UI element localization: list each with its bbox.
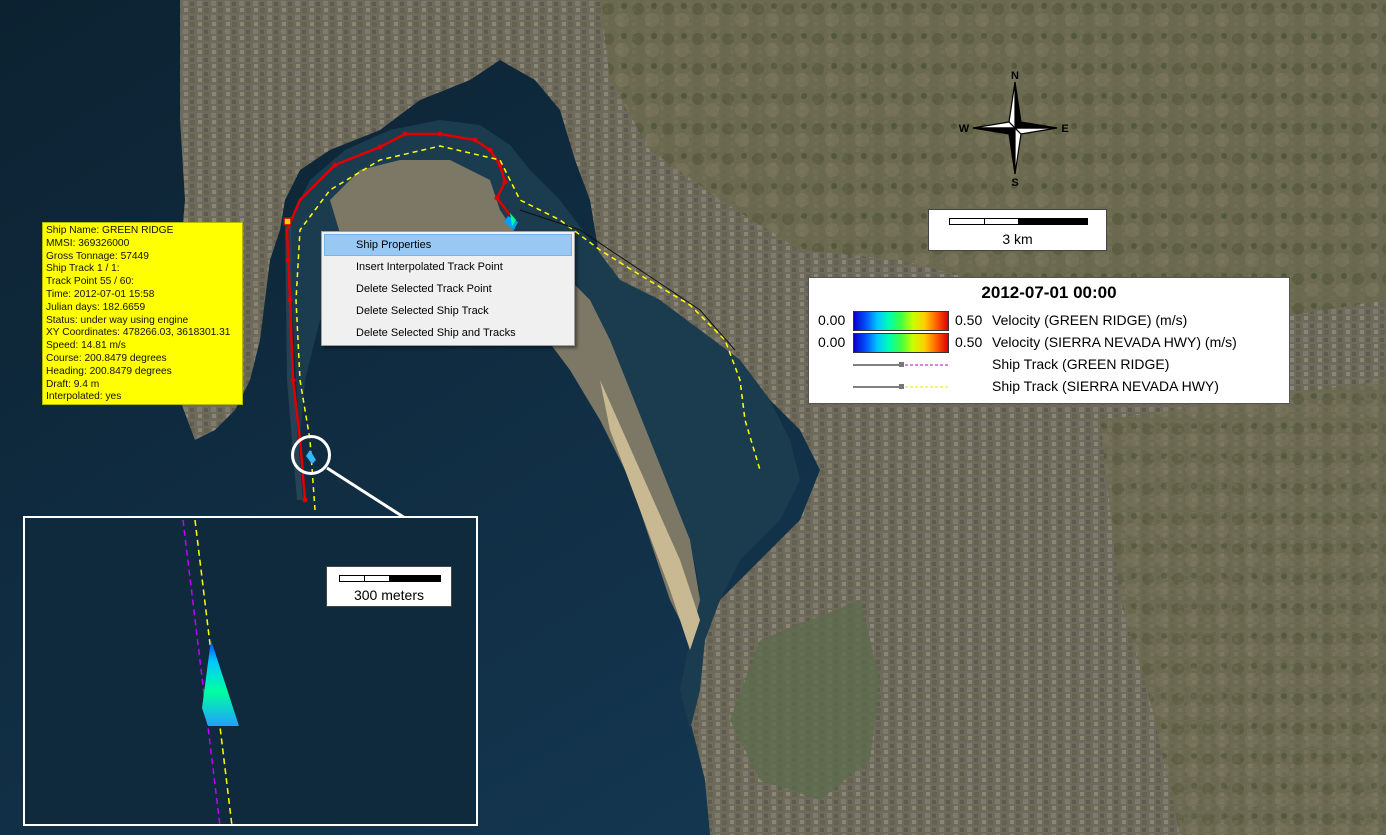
legend-velocity-sierra-nevada: 0.00 0.50 Velocity (SIERRA NEVADA HWY) (m/…	[809, 333, 1289, 353]
compass-s: S	[1011, 177, 1018, 188]
legend: 2012-07-01 00:00 0.00 0.50 Velocity (GREEN…	[808, 277, 1290, 404]
scale-bar-inset-label: 300 meters	[353, 587, 425, 603]
legend-label: Ship Track (GREEN RIDGE)	[992, 356, 1170, 372]
menu-item-ship-properties[interactable]: Ship Properties	[324, 234, 572, 256]
menu-item-delete-selected-ship-track[interactable]: Delete Selected Ship Track	[324, 300, 572, 322]
scale-bar-inset: 300 meters	[326, 566, 452, 607]
selected-track-point	[283, 217, 292, 226]
scale-bar-main-label: 3 km	[1002, 231, 1033, 247]
inset-ship-shape	[202, 640, 239, 726]
legend-min-value: 0.00	[818, 334, 846, 350]
legend-label: Ship Track (SIERRA NEVADA HWY)	[992, 378, 1219, 394]
legend-color-ramp	[853, 333, 949, 353]
legend-track-swatch	[853, 362, 949, 367]
ship-info-line: Speed: 14.81 m/s	[46, 340, 126, 352]
legend-track-swatch	[853, 384, 949, 389]
legend-color-ramp	[853, 311, 949, 331]
ship-info-line: Draft: 9.4 m	[46, 378, 100, 390]
ship-info-line: Julian days: 182.6659	[46, 301, 146, 313]
ship-info-line: Heading: 200.8479 degrees	[46, 365, 172, 377]
compass-w: W	[959, 123, 970, 135]
ship-info-line: Time: 2012-07-01 15:58	[46, 288, 155, 300]
legend-track-sierra-nevada: Ship Track (SIERRA NEVADA HWY)	[809, 377, 1289, 397]
legend-title: 2012-07-01 00:00	[981, 283, 1117, 302]
ship-info-line: Ship Name: GREEN RIDGE	[46, 225, 174, 236]
scale-bar-main: 3 km	[928, 209, 1107, 251]
legend-max-value: 0.50	[955, 312, 983, 328]
zoom-circle	[291, 435, 331, 475]
legend-velocity-green-ridge: 0.00 0.50 Velocity (GREEN RIDGE) (m/s)	[809, 311, 1289, 331]
ship-info-line: Track Point 55 / 60:	[46, 276, 134, 288]
ship-info-line: Interpolated: yes	[46, 391, 122, 403]
ship-info-panel: Ship Name: GREEN RIDGE MMSI: 369326000 Gro…	[42, 222, 243, 405]
ship-info-line: Status: under way using engine	[46, 314, 189, 326]
ship-info-line: XY Coordinates: 478266.03, 3618301.31	[46, 327, 231, 339]
legend-label: Velocity (GREEN RIDGE) (m/s)	[992, 312, 1188, 328]
legend-track-green-ridge: Ship Track (GREEN RIDGE)	[809, 355, 1289, 375]
menu-item-insert-interpolated-track-point[interactable]: Insert Interpolated Track Point	[324, 256, 572, 278]
north-arrow-compass: N S E W	[959, 70, 1069, 188]
ship-info-line: Gross Tonnage: 57449	[46, 250, 149, 262]
legend-label: Velocity (SIERRA NEVADA HWY) (m/s)	[992, 334, 1237, 350]
ship-info-line: Ship Track 1 / 1:	[46, 263, 120, 275]
menu-item-delete-selected-track-point[interactable]: Delete Selected Track Point	[324, 278, 572, 300]
compass-e: E	[1061, 123, 1068, 135]
ship-info-line: Course: 200.8479 degrees	[46, 352, 167, 364]
ship-info-line: MMSI: 369326000	[46, 237, 130, 249]
compass-n: N	[1011, 70, 1019, 82]
menu-item-delete-selected-ship-and-tracks[interactable]: Delete Selected Ship and Tracks	[324, 322, 572, 344]
legend-min-value: 0.00	[818, 312, 846, 328]
inset-zoom-view	[23, 516, 478, 826]
legend-max-value: 0.50	[955, 334, 983, 350]
context-menu[interactable]: Ship Properties Insert Interpolated Track…	[321, 231, 575, 346]
